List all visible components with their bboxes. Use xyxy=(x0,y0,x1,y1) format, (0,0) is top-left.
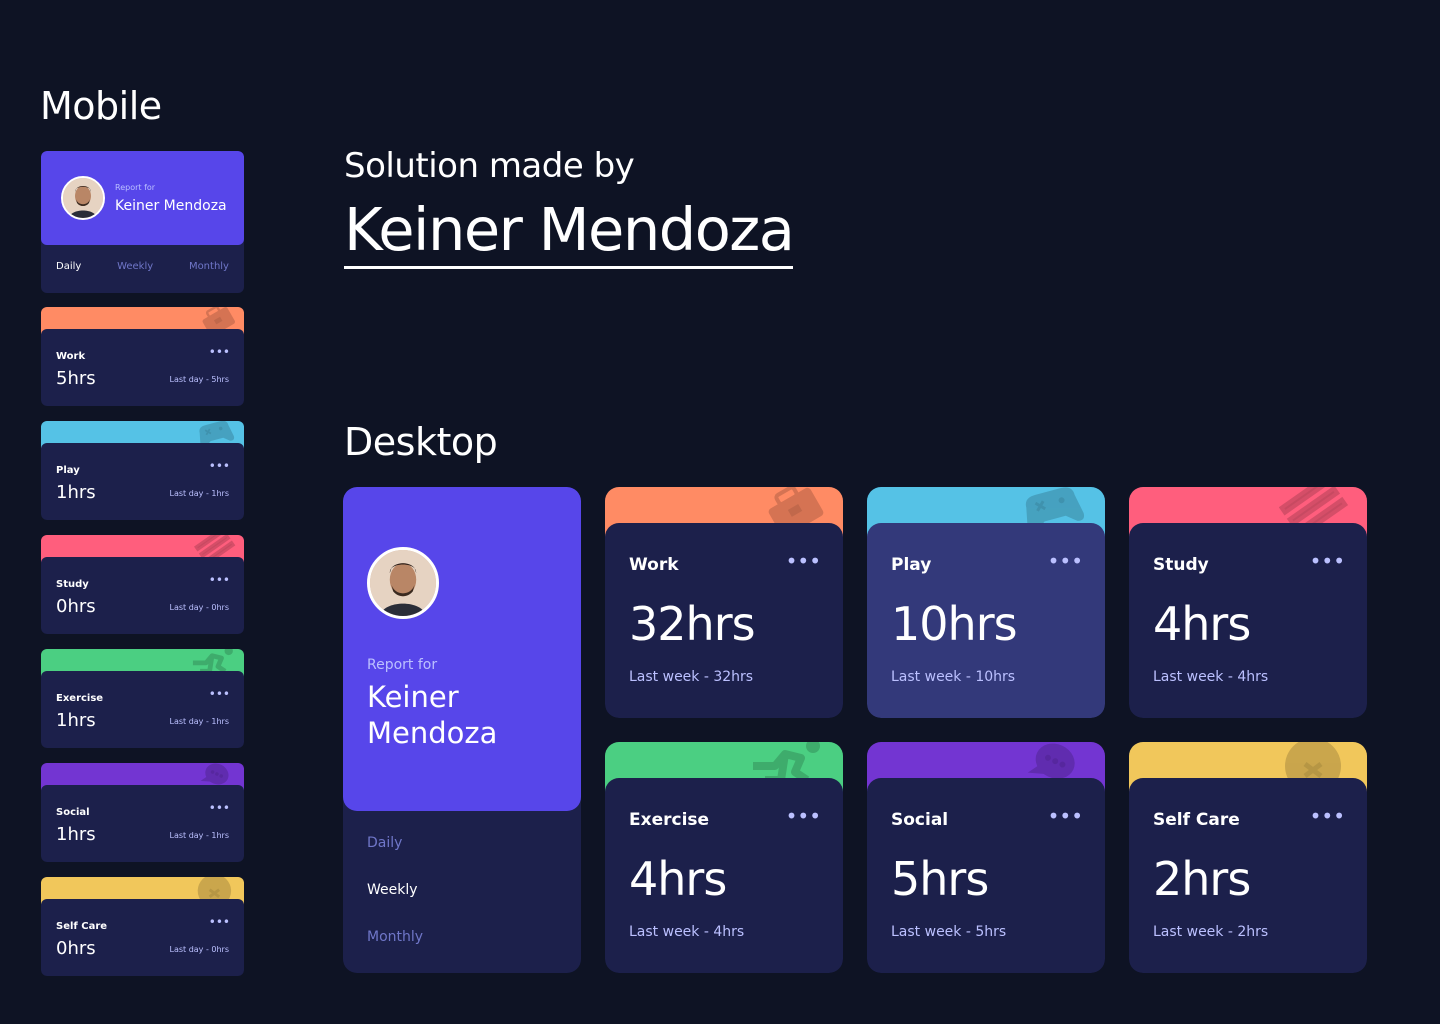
avatar xyxy=(367,547,439,619)
made-by-heading: Solution made by xyxy=(344,146,635,186)
card-previous: Last week - 10hrs xyxy=(891,669,1016,685)
card-title: Self Care xyxy=(56,921,108,932)
ellipsis-icon[interactable]: ••• xyxy=(209,460,230,472)
desktop-profile-card: Report for Keiner Mendoza Daily Weekly M… xyxy=(343,487,581,973)
ellipsis-icon[interactable]: ••• xyxy=(1048,551,1083,571)
card-body[interactable]: Exercise ••• 4hrs Last week - 4hrs xyxy=(605,778,843,973)
card-hours: 1hrs xyxy=(56,710,96,731)
card-previous: Last week - 4hrs xyxy=(1153,669,1269,685)
report-for-label: Report for xyxy=(367,657,438,673)
tab-daily[interactable]: Daily xyxy=(56,261,81,272)
card-title: Work xyxy=(56,351,86,362)
tab-weekly[interactable]: Weekly xyxy=(367,880,557,927)
card-body[interactable]: Study ••• 0hrs Last day - 0hrs xyxy=(41,557,244,634)
desktop-profile-header: Report for Keiner Mendoza xyxy=(343,487,581,811)
mobile-card-self-care: Self Care ••• 0hrs Last day - 0hrs xyxy=(41,877,244,976)
card-previous: Last week - 4hrs xyxy=(629,924,745,940)
tab-weekly[interactable]: Weekly xyxy=(117,261,153,272)
mobile-card-study: Study ••• 0hrs Last day - 0hrs xyxy=(41,535,244,634)
report-for-label: Report for xyxy=(115,183,156,192)
card-previous: Last week - 32hrs xyxy=(629,669,754,685)
card-hours: 1hrs xyxy=(56,482,96,503)
card-body[interactable]: Play ••• 10hrs Last week - 10hrs xyxy=(867,523,1105,718)
card-body[interactable]: Social ••• 1hrs Last day - 1hrs xyxy=(41,785,244,862)
mobile-profile-header: Report for Keiner Mendoza xyxy=(41,151,244,245)
ellipsis-icon[interactable]: ••• xyxy=(209,574,230,586)
card-body[interactable]: Play ••• 1hrs Last day - 1hrs xyxy=(41,443,244,520)
profile-name: Keiner Mendoza xyxy=(115,198,227,214)
card-previous: Last day - 1hrs xyxy=(169,489,229,498)
mobile-card-social: Social ••• 1hrs Last day - 1hrs xyxy=(41,763,244,862)
card-body[interactable]: Exercise ••• 1hrs Last day - 1hrs xyxy=(41,671,244,748)
card-body[interactable]: Self Care ••• 0hrs Last day - 0hrs xyxy=(41,899,244,976)
card-hours: 4hrs xyxy=(629,852,727,906)
desktop-card-exercise: Exercise ••• 4hrs Last week - 4hrs xyxy=(605,742,843,973)
card-hours: 0hrs xyxy=(56,596,96,617)
card-previous: Last week - 2hrs xyxy=(1153,924,1269,940)
mobile-card-work: Work ••• 5hrs Last day - 5hrs xyxy=(41,307,244,406)
card-title: Play xyxy=(56,465,80,476)
ellipsis-icon[interactable]: ••• xyxy=(209,346,230,358)
card-previous: Last day - 1hrs xyxy=(169,831,229,840)
card-title: Self Care xyxy=(1153,810,1240,830)
ellipsis-icon[interactable]: ••• xyxy=(786,806,821,826)
card-previous: Last day - 5hrs xyxy=(169,375,229,384)
card-title: Exercise xyxy=(629,810,710,830)
ellipsis-icon[interactable]: ••• xyxy=(1048,806,1083,826)
card-hours: 0hrs xyxy=(56,938,96,959)
card-previous: Last week - 5hrs xyxy=(891,924,1007,940)
card-hours: 32hrs xyxy=(629,597,756,651)
card-title: Social xyxy=(891,810,949,830)
desktop-card-study: Study ••• 4hrs Last week - 4hrs xyxy=(1129,487,1367,718)
ellipsis-icon[interactable]: ••• xyxy=(786,551,821,571)
card-title: Work xyxy=(629,555,679,575)
desktop-timeframe-tabs: Daily Weekly Monthly xyxy=(343,811,581,973)
card-hours: 4hrs xyxy=(1153,597,1251,651)
card-hours: 2hrs xyxy=(1153,852,1251,906)
ellipsis-icon[interactable]: ••• xyxy=(209,802,230,814)
card-hours: 1hrs xyxy=(56,824,96,845)
tab-monthly[interactable]: Monthly xyxy=(367,927,557,973)
card-body[interactable]: Social ••• 5hrs Last week - 5hrs xyxy=(867,778,1105,973)
card-body[interactable]: Self Care ••• 2hrs Last week - 2hrs xyxy=(1129,778,1367,973)
tab-monthly[interactable]: Monthly xyxy=(189,261,229,272)
ellipsis-icon[interactable]: ••• xyxy=(209,688,230,700)
mobile-timeframe-tabs: Daily Weekly Monthly xyxy=(41,261,244,272)
card-previous: Last day - 0hrs xyxy=(169,603,229,612)
card-previous: Last day - 0hrs xyxy=(169,945,229,954)
card-body[interactable]: Work ••• 32hrs Last week - 32hrs xyxy=(605,523,843,718)
desktop-card-social: Social ••• 5hrs Last week - 5hrs xyxy=(867,742,1105,973)
desktop-card-self-care: Self Care ••• 2hrs Last week - 2hrs xyxy=(1129,742,1367,973)
card-title: Study xyxy=(1153,555,1209,575)
ellipsis-icon[interactable]: ••• xyxy=(1310,806,1345,826)
desktop-heading: Desktop xyxy=(344,420,498,464)
ellipsis-icon[interactable]: ••• xyxy=(209,916,230,928)
ellipsis-icon[interactable]: ••• xyxy=(1310,551,1345,571)
mobile-profile-card: Report for Keiner Mendoza Daily Weekly M… xyxy=(41,151,244,293)
mobile-card-play: Play ••• 1hrs Last day - 1hrs xyxy=(41,421,244,520)
card-hours: 5hrs xyxy=(891,852,989,906)
desktop-card-play: Play ••• 10hrs Last week - 10hrs xyxy=(867,487,1105,718)
card-previous: Last day - 1hrs xyxy=(169,717,229,726)
tab-daily[interactable]: Daily xyxy=(367,833,557,880)
card-title: Social xyxy=(56,807,90,818)
card-body[interactable]: Work ••• 5hrs Last day - 5hrs xyxy=(41,329,244,406)
card-title: Study xyxy=(56,579,89,590)
profile-name-first: Keiner xyxy=(367,680,459,714)
card-body[interactable]: Study ••• 4hrs Last week - 4hrs xyxy=(1129,523,1367,718)
card-hours: 10hrs xyxy=(891,597,1018,651)
author-name: Keiner Mendoza xyxy=(344,196,795,269)
card-title: Play xyxy=(891,555,932,575)
profile-name: Keiner Mendoza xyxy=(367,679,567,751)
mobile-card-exercise: Exercise ••• 1hrs Last day - 1hrs xyxy=(41,649,244,748)
card-hours: 5hrs xyxy=(56,368,96,389)
card-title: Exercise xyxy=(56,693,104,704)
profile-name-last: Mendoza xyxy=(367,716,498,750)
avatar xyxy=(61,176,105,220)
desktop-card-work: Work ••• 32hrs Last week - 32hrs xyxy=(605,487,843,718)
mobile-heading: Mobile xyxy=(40,84,162,128)
